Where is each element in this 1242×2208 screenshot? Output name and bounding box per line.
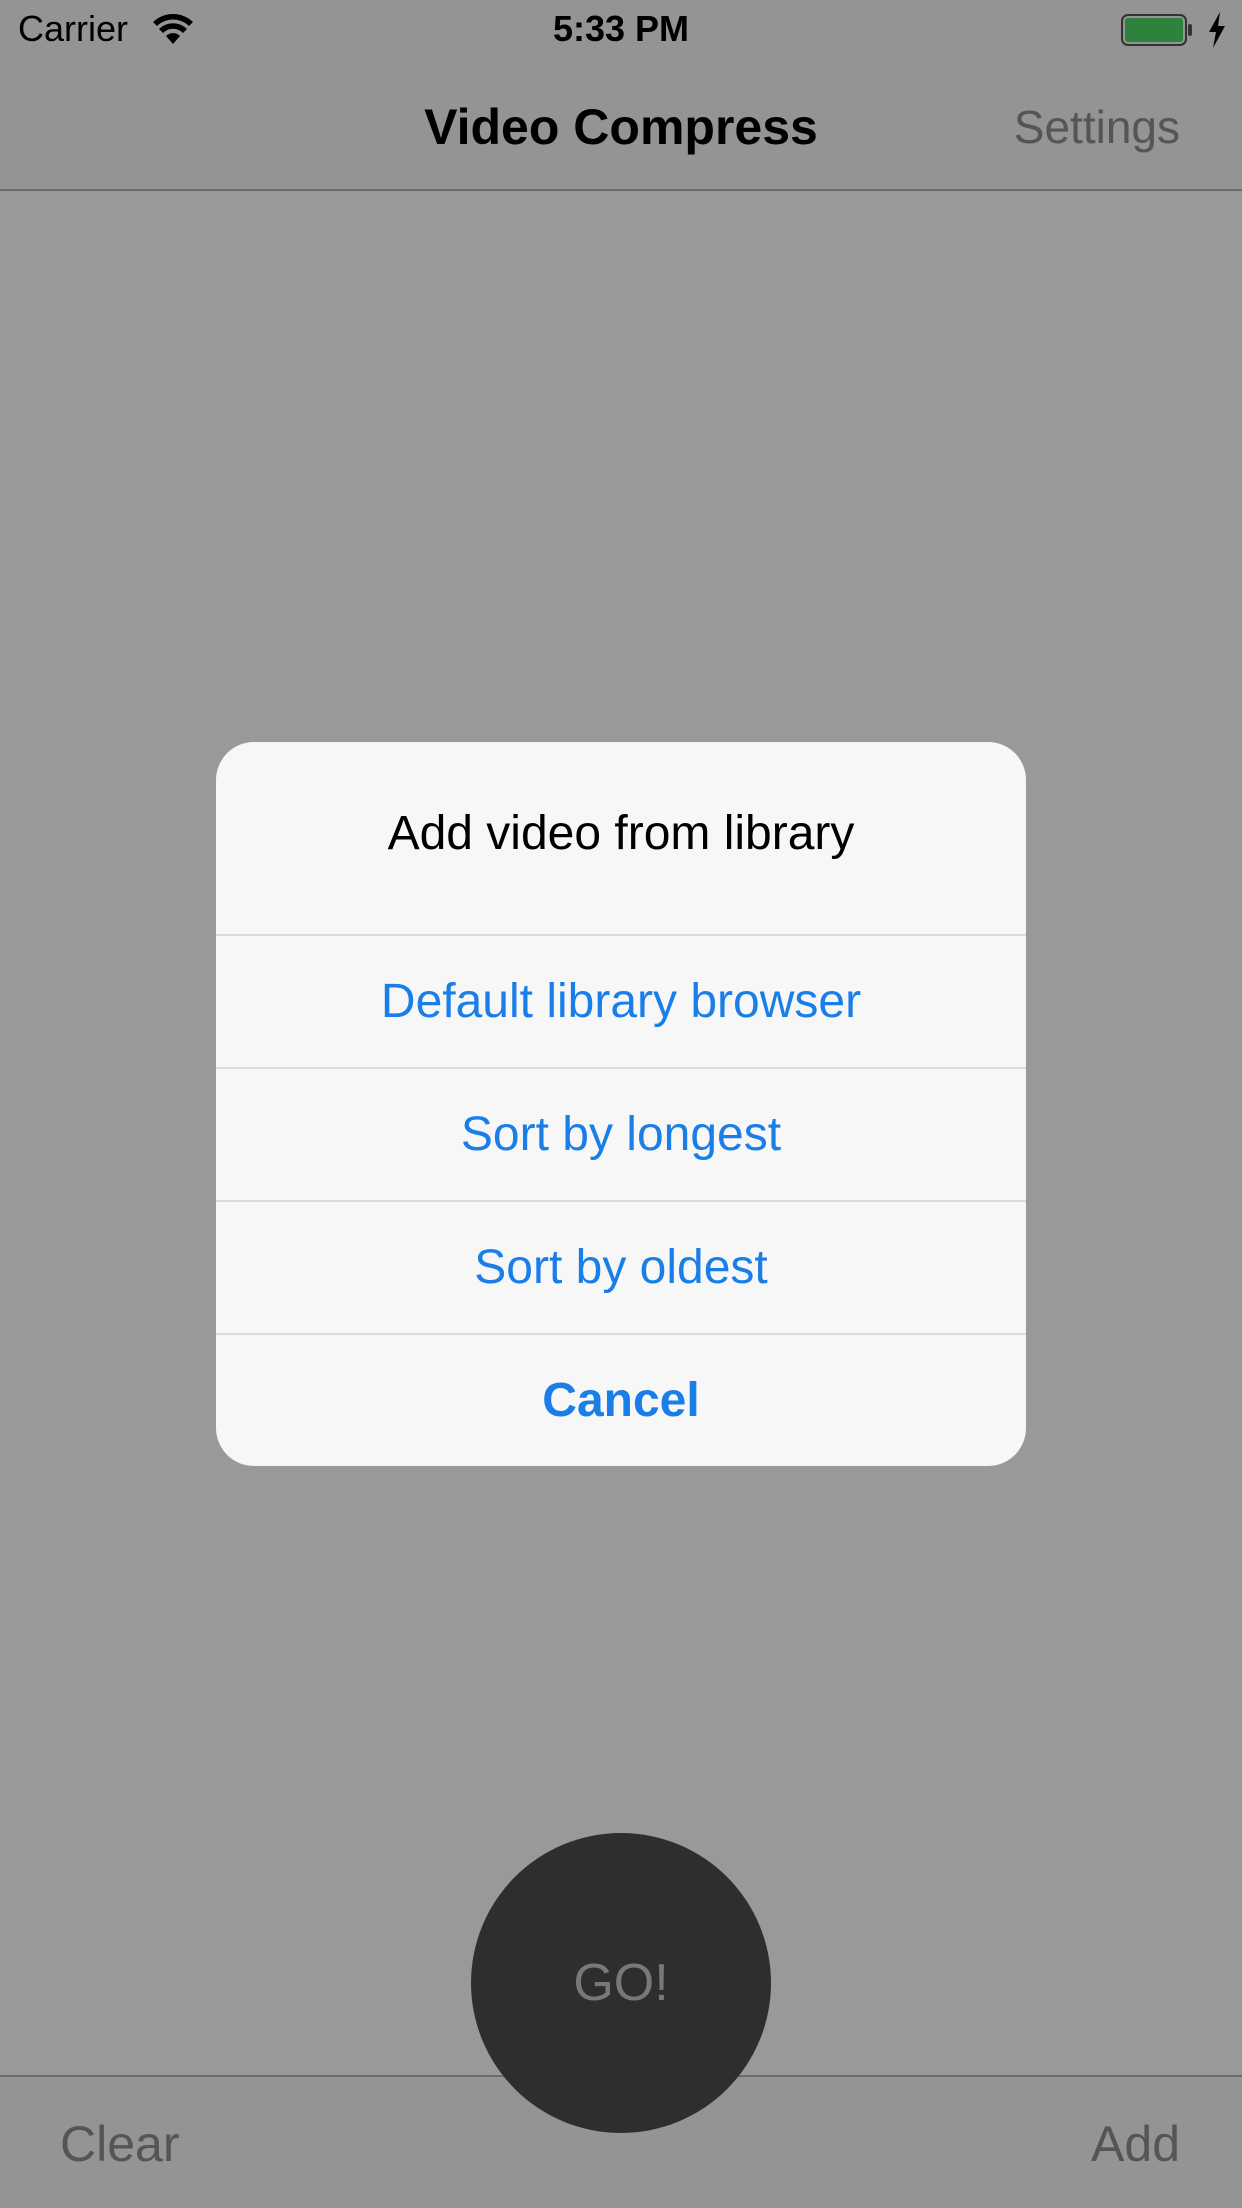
cancel-button[interactable]: Cancel [216, 1333, 1026, 1466]
default-library-browser-button[interactable]: Default library browser [216, 934, 1026, 1067]
sort-by-longest-button[interactable]: Sort by longest [216, 1067, 1026, 1200]
action-alert: Add video from library Default library b… [216, 742, 1026, 1466]
sort-by-oldest-button[interactable]: Sort by oldest [216, 1200, 1026, 1333]
app-screen: Carrier 5:33 PM Video Compress Settings … [0, 0, 1242, 2208]
alert-title: Add video from library [387, 807, 855, 860]
